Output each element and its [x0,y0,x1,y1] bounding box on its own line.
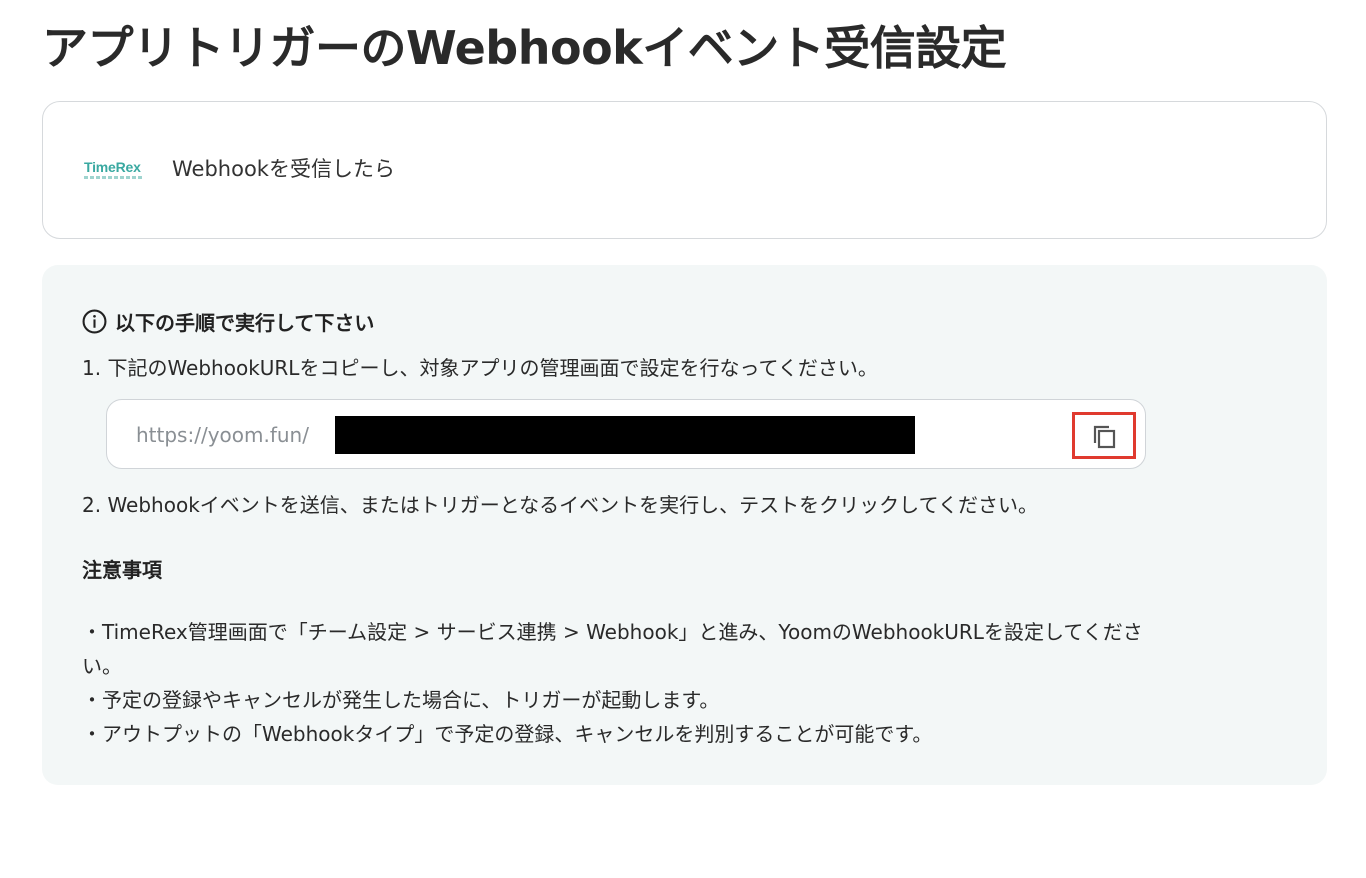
webhook-url-field[interactable]: https://yoom.fun/ [106,399,1146,469]
trigger-label: Webhookを受信したら [172,157,395,181]
note-item: ・TimeRex管理画面で「チーム設定 > サービス連携 > Webhook」と… [82,620,1143,644]
note-item: ・予定の登録やキャンセルが発生した場合に、トリガーが起動します。 [82,688,720,712]
page-title: アプリトリガーのWebhookイベント受信設定 [42,21,1007,75]
notes-heading: 注意事項 [82,558,162,582]
copy-icon [1093,425,1116,448]
note-item: い。 [82,654,122,678]
timerex-logo-text: TimeRex [84,159,141,175]
trigger-card: TimeRex Webhookを受信したら [42,101,1327,239]
instructions-heading: 以下の手順で実行して下さい [82,307,374,335]
webhook-url-redacted [335,416,915,454]
info-icon [82,309,107,334]
copy-url-button[interactable] [1072,412,1136,459]
webhook-url-text[interactable]: https://yoom.fun/ [136,420,309,450]
timerex-logo: TimeRex [84,160,146,184]
timerex-logo-tagline [84,176,142,179]
step-1-text: 1. 下記のWebhookURLをコピーし、対象アプリの管理画面で設定を行なって… [82,356,878,380]
step-2-text: 2. Webhookイベントを送信、またはトリガーとなるイベントを実行し、テスト… [82,493,1038,517]
instructions-heading-text: 以下の手順で実行して下さい [115,310,375,335]
notes-list: ・TimeRex管理画面で「チーム設定 > サービス連携 > Webhook」と… [82,615,1282,751]
instructions-panel: 以下の手順で実行して下さい 1. 下記のWebhookURLをコピーし、対象アプ… [42,265,1327,785]
note-item: ・アウトプットの「Webhookタイプ」で予定の登録、キャンセルを判別することが… [82,722,933,746]
